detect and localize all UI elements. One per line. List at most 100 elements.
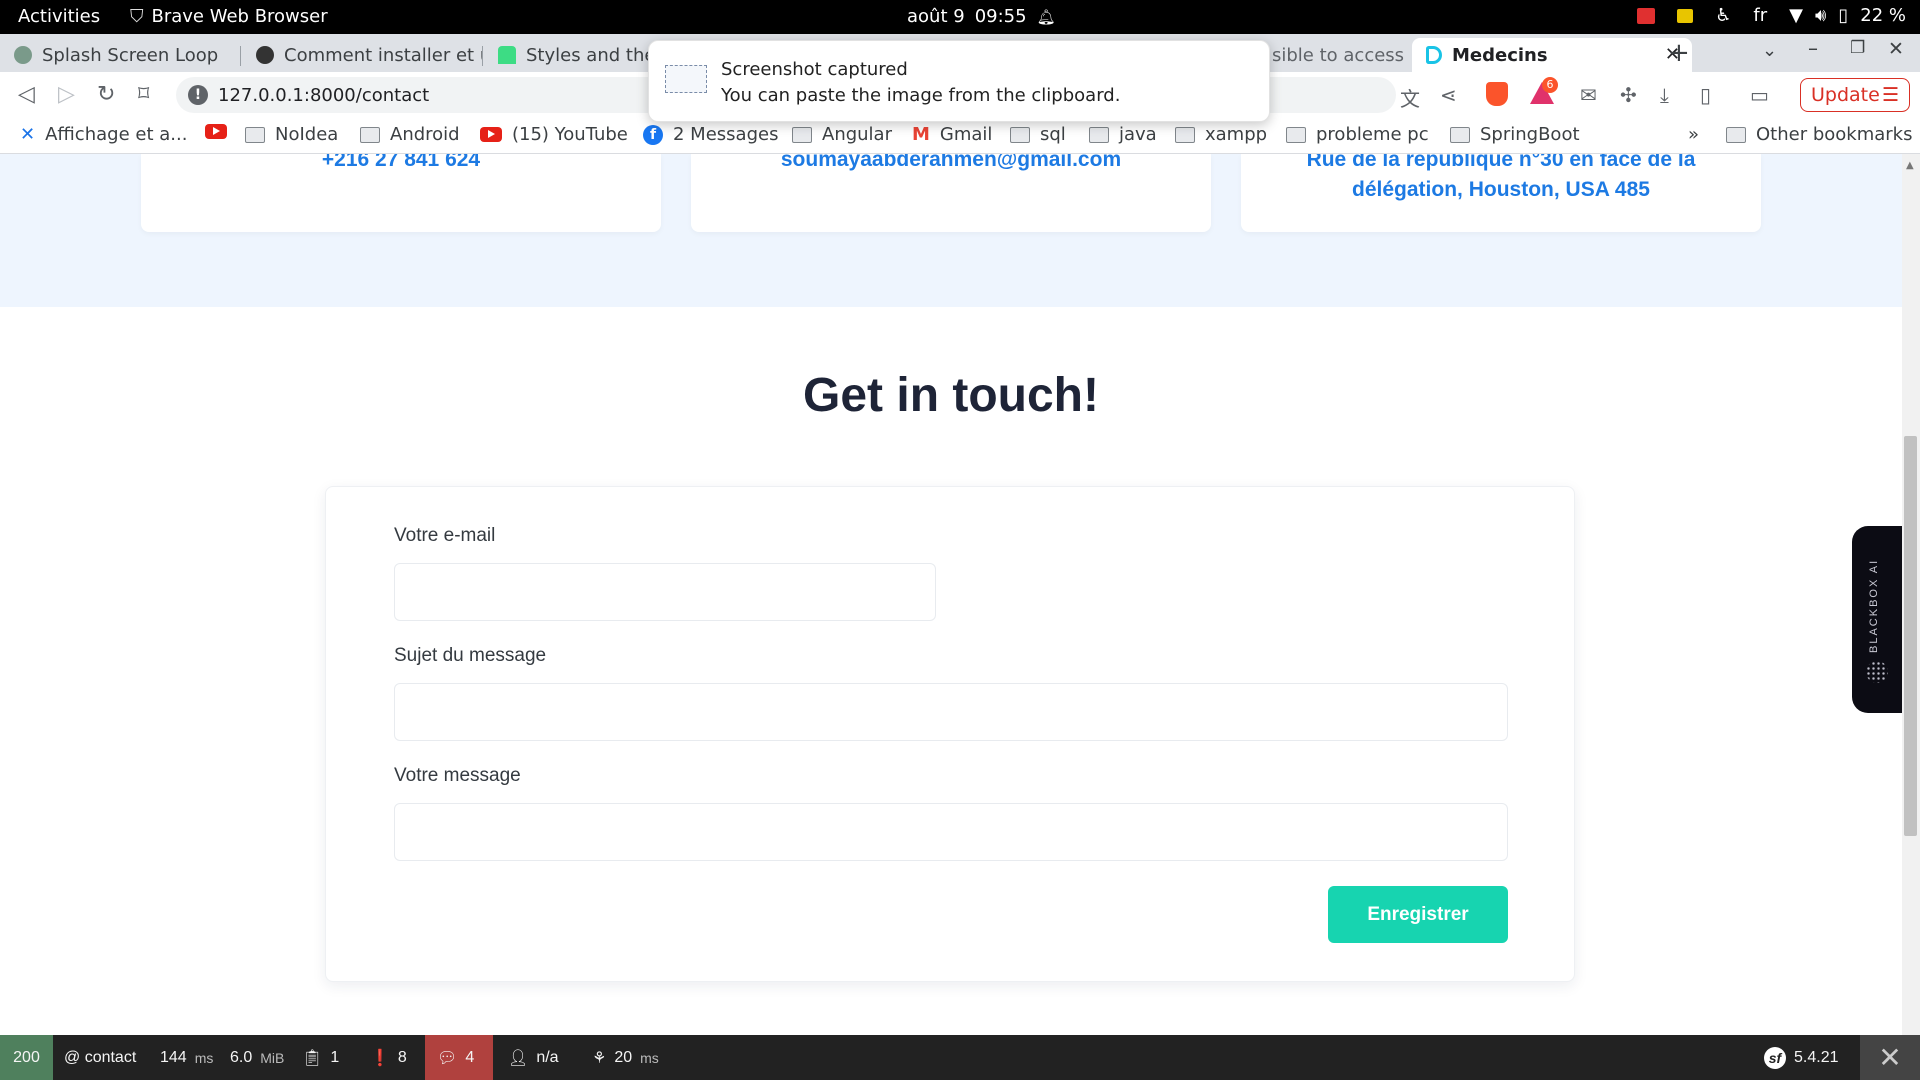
page-viewport: +216 27 841 624 soumayaabderahmen@gmail.… [0, 154, 1902, 1035]
folder-icon [1010, 126, 1030, 143]
render-time-item[interactable]: ⚘ 20 ms [592, 1035, 659, 1080]
new-tab-icon[interactable]: + [1668, 38, 1690, 68]
bell-icon: 🔔︎ [1036, 7, 1056, 26]
site-info-icon[interactable]: ! [188, 85, 208, 105]
activities-button[interactable]: Activities [18, 6, 100, 27]
back-icon[interactable]: ◁ [18, 82, 35, 107]
wallet-icon[interactable]: ▭ [1750, 83, 1769, 107]
notification-title: Screenshot captured [721, 59, 908, 80]
bookmark-affichage[interactable]: ✕ Affichage et a... [20, 124, 187, 145]
other-bookmarks[interactable]: Other bookmarks [1726, 124, 1912, 145]
screenshot-notification[interactable]: Screenshot captured You can paste the im… [648, 40, 1270, 122]
folder-icon [1726, 126, 1746, 143]
logs-item[interactable]: ❗ 8 [370, 1035, 407, 1080]
translate-icon[interactable]: 文 [1400, 83, 1420, 112]
forward-icon[interactable]: ▷ [58, 82, 75, 107]
bookmark-gmail[interactable]: M Gmail [912, 124, 992, 145]
system-top-bar: Activities ⛉ Brave Web Browser août 9 09… [0, 0, 1920, 34]
bookmark-label: Android [390, 124, 460, 145]
email-label: Votre e-mail [394, 525, 496, 546]
update-button[interactable]: Update ☰ [1800, 78, 1910, 112]
accessibility-icon[interactable]: ♿︎ [1715, 5, 1731, 26]
medecins-favicon-icon [1426, 46, 1442, 64]
restore-icon[interactable]: ❐ [1850, 38, 1865, 58]
tab-divider [482, 46, 483, 66]
bookmark-java[interactable]: java [1089, 124, 1157, 145]
email-field[interactable] [394, 563, 936, 621]
bookmark-label: Angular [822, 124, 892, 145]
email-card: soumayaabderahmen@gmail.com [691, 154, 1211, 232]
extensions-icon[interactable]: ✣ [1620, 83, 1637, 107]
bookmark-youtube[interactable] [205, 124, 227, 139]
subject-label: Sujet du message [394, 645, 547, 666]
render-unit: ms [640, 1049, 659, 1066]
translations-item[interactable]: 💬︎ 4 [425, 1035, 493, 1080]
user-item[interactable]: 👤︎ n/a [508, 1035, 559, 1080]
bookmark-messages[interactable]: f 2 Messages [643, 124, 778, 145]
submit-button[interactable]: Enregistrer [1328, 886, 1508, 943]
scrollbar-thumb[interactable] [1904, 436, 1917, 836]
bookmark-label: NoIdea [275, 124, 339, 145]
mail-icon[interactable]: ✉ [1580, 83, 1597, 107]
language-indicator[interactable]: fr [1753, 5, 1767, 26]
contact-info-band: +216 27 841 624 soumayaabderahmen@gmail.… [0, 154, 1902, 307]
tab-comment-installer[interactable]: Comment installer et u [242, 38, 482, 72]
brave-shields-icon[interactable] [1486, 82, 1508, 106]
tab-splash-screen[interactable]: Splash Screen Loop [0, 38, 240, 72]
scroll-up-icon[interactable]: ▲ [1906, 160, 1914, 171]
folder-icon [792, 126, 812, 143]
translation-icon: 💬︎ [437, 1048, 458, 1067]
tab-divider [240, 46, 241, 66]
blackbox-ai-tab[interactable]: BLACKBOX AI [1852, 526, 1902, 713]
notes-indicator-icon[interactable] [1677, 8, 1694, 23]
tab-access[interactable]: sible to access a [1262, 38, 1410, 72]
tab-label: Medecins [1452, 44, 1548, 66]
tab-styles-and-themes[interactable]: Styles and them [484, 38, 648, 72]
bookmark-probleme-pc[interactable]: probleme pc [1286, 124, 1429, 145]
phone-card: +216 27 841 624 [141, 154, 661, 232]
bookmarks-overflow-button[interactable]: » [1688, 124, 1699, 145]
tab-favicon-icon [256, 46, 274, 64]
bookmark-springboot[interactable]: SpringBoot [1450, 124, 1580, 145]
system-tray[interactable]: ♿︎ fr ▼ 🔊︎ ▯ 22 % [1637, 5, 1906, 26]
app-menu[interactable]: ⛉ Brave Web Browser [130, 6, 328, 27]
logs-count: 8 [397, 1048, 407, 1066]
subject-field[interactable] [394, 683, 1508, 741]
symfony-version-item[interactable]: sf 5.4.21 [1764, 1035, 1838, 1080]
update-label: Update [1811, 84, 1880, 106]
close-toolbar-icon[interactable]: ✕ [1860, 1035, 1920, 1080]
email-text[interactable]: soumayaabderahmen@gmail.com [691, 154, 1211, 172]
bookmark-xampp[interactable]: xampp [1175, 124, 1267, 145]
forms-count: 1 [330, 1048, 340, 1066]
overflow-chevron-icon: » [1688, 124, 1700, 145]
reload-icon[interactable]: ↻ [97, 82, 115, 107]
window-close-icon[interactable]: ✕ [1888, 38, 1904, 60]
share-icon[interactable]: ⋖ [1440, 83, 1457, 107]
sidebar-icon[interactable]: ▯ [1700, 83, 1711, 107]
symfony-logo-icon: sf [1764, 1046, 1786, 1069]
bookmark-noidea[interactable]: NoIdea [245, 124, 338, 145]
status-icons[interactable]: ▼ 🔊︎ ▯ 22 % [1789, 5, 1906, 26]
record-indicator-icon[interactable] [1637, 7, 1656, 24]
tab-medecins[interactable]: Medecins ✕ [1412, 38, 1692, 72]
minimize-icon[interactable]: – [1808, 36, 1818, 60]
message-field[interactable] [394, 803, 1508, 861]
tab-label: sible to access a [1272, 44, 1410, 66]
time-item[interactable]: 144 ms [160, 1035, 213, 1080]
bookmark-youtube-15[interactable]: (15) YouTube [480, 124, 628, 145]
tab-search-chevron-icon[interactable]: ⌄ [1762, 40, 1777, 61]
bookmark-icon[interactable]: ⌑ [138, 82, 149, 107]
phone-text[interactable]: +216 27 841 624 [141, 154, 661, 172]
menu-icon: ☰ [1881, 84, 1899, 106]
bookmark-angular[interactable]: Angular [792, 124, 892, 145]
log-icon: ❗ [370, 1048, 390, 1067]
bookmark-sql[interactable]: sql [1010, 124, 1066, 145]
route-item[interactable]: @ contact [64, 1035, 136, 1080]
status-code-badge[interactable]: 200 [0, 1035, 53, 1080]
url-text[interactable]: 127.0.0.1:8000/contact [218, 85, 429, 106]
download-icon[interactable]: ⤓ [1660, 83, 1669, 107]
bookmark-android[interactable]: Android [360, 124, 460, 145]
memory-item[interactable]: 6.0 MiB [230, 1035, 284, 1080]
clock[interactable]: août 9 09:55 🔔︎ [907, 6, 1056, 27]
forms-item[interactable]: 📋︎ 1 [302, 1035, 339, 1080]
